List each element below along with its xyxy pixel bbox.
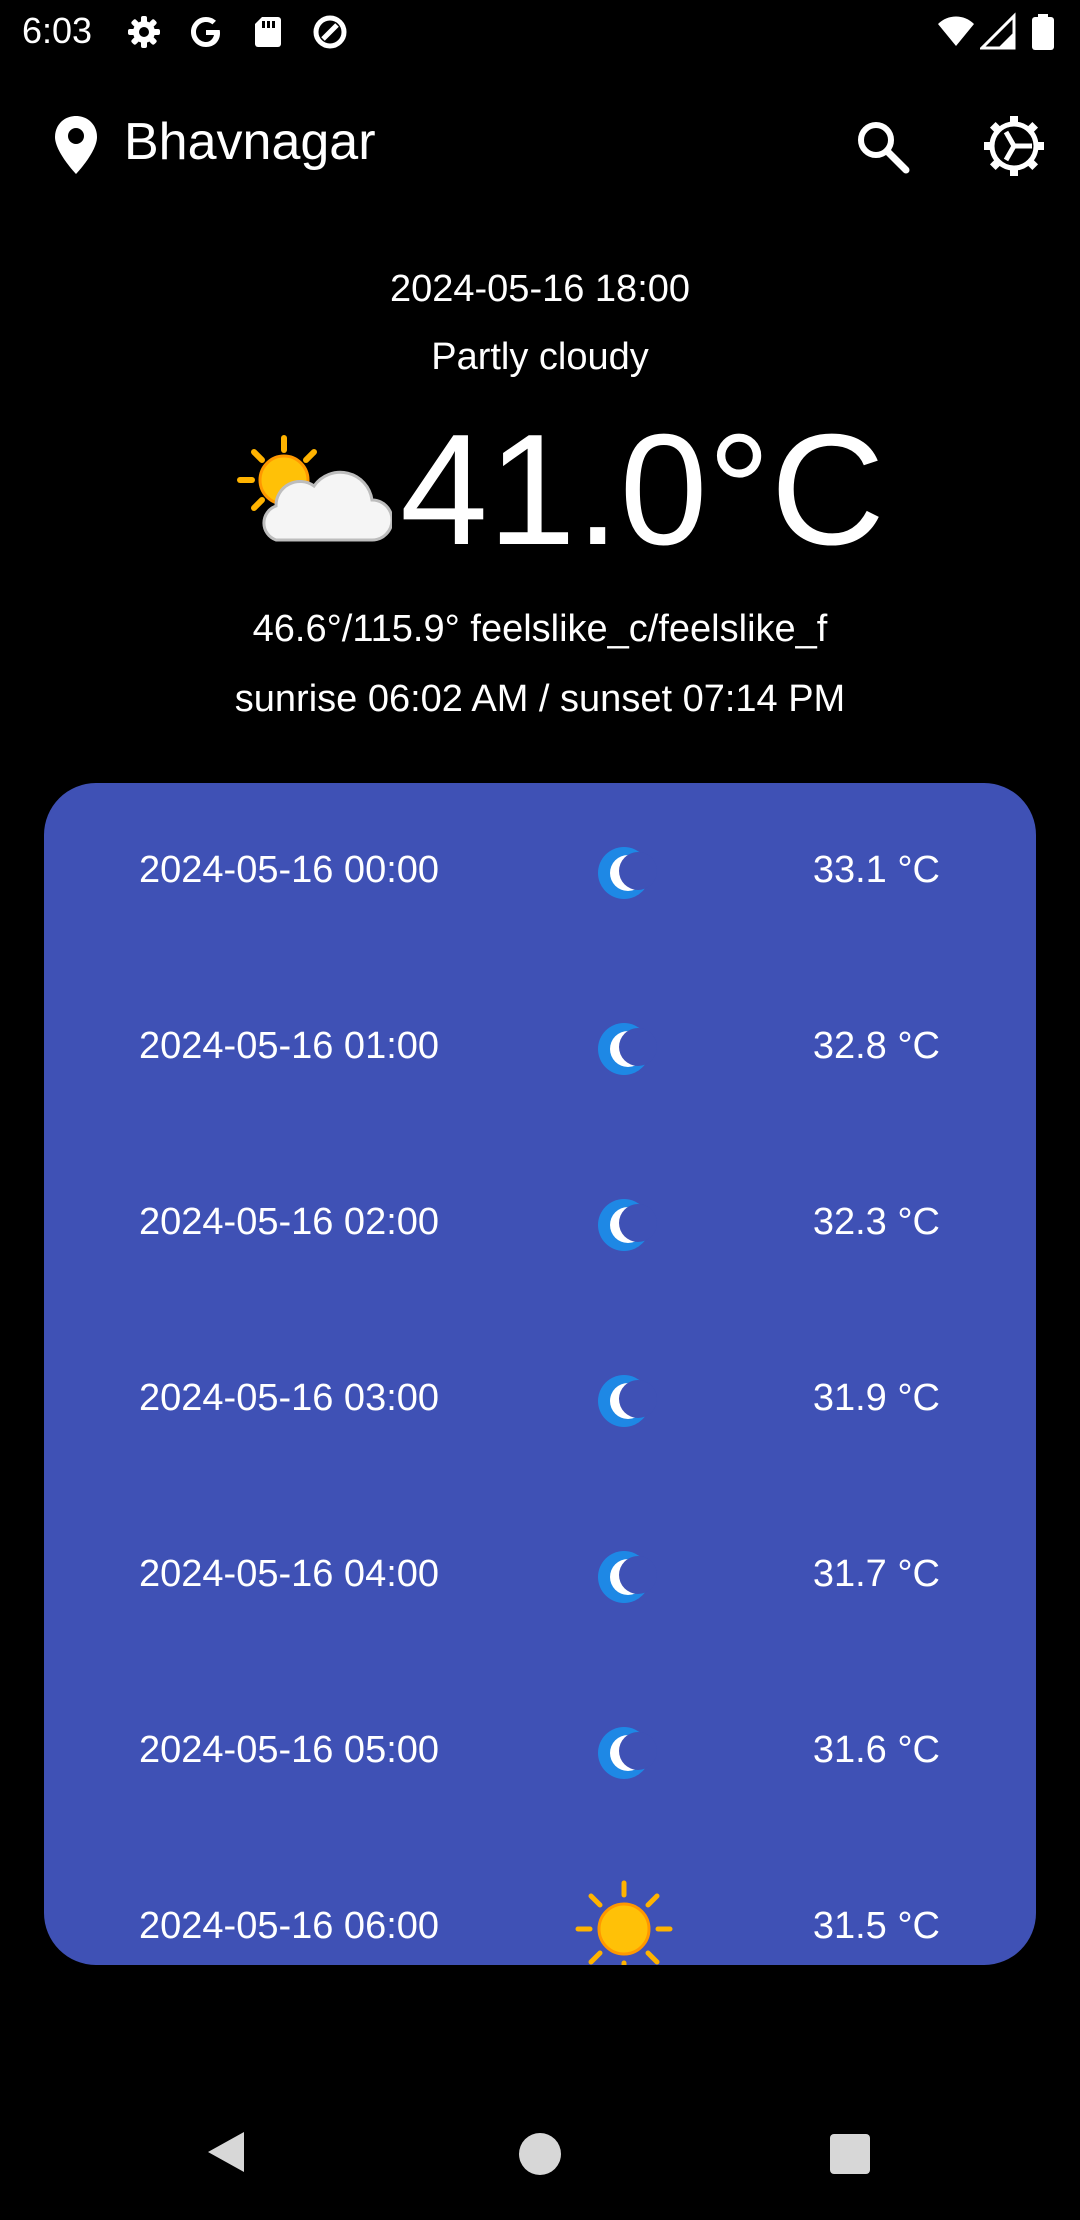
city-name[interactable]: Bhavnagar	[124, 112, 376, 172]
battery-icon	[1028, 12, 1058, 52]
forecast-row[interactable]: 2024-05-16 00:00 33.1 °C	[44, 783, 1036, 959]
moon-icon	[574, 823, 674, 923]
location-pin-icon	[52, 114, 100, 176]
recents-square-icon[interactable]	[830, 2134, 870, 2174]
weather-screen: 6:03 Bhavnagar 2024-05-16 18:00 Partly c…	[0, 0, 1080, 2220]
sun-icon	[574, 1879, 674, 1965]
forecast-row[interactable]: 2024-05-16 06:00 31.5 °C	[44, 1839, 1036, 1965]
partly-cloudy-icon	[232, 432, 394, 552]
top-app-bar: Bhavnagar	[0, 100, 1080, 190]
sd-card-icon	[248, 12, 288, 52]
home-circle-icon[interactable]	[519, 2133, 561, 2175]
status-time: 6:03	[22, 10, 93, 51]
status-bar: 6:03	[0, 0, 1080, 66]
search-icon	[858, 122, 910, 174]
back-triangle-icon[interactable]	[204, 2128, 248, 2176]
sunrise-sunset-text: sunrise 06:02 AM / sunset 07:14 PM	[234, 678, 846, 720]
cellular-signal-icon	[980, 12, 1020, 52]
system-nav-bar	[0, 2100, 1080, 2220]
current-condition: Partly cloudy	[431, 336, 649, 378]
forecast-temp: 32.8 °C	[812, 1025, 940, 1067]
forecast-temp: 31.5 °C	[812, 1905, 940, 1947]
forecast-row[interactable]: 2024-05-16 02:00 32.3 °C	[44, 1135, 1036, 1311]
moon-icon	[574, 1527, 674, 1627]
forecast-row[interactable]: 2024-05-16 01:00 32.8 °C	[44, 959, 1036, 1135]
forecast-time: 2024-05-16 04:00	[139, 1553, 440, 1595]
forecast-row[interactable]: 2024-05-16 04:00 31.7 °C	[44, 1487, 1036, 1663]
forecast-temp: 31.7 °C	[812, 1553, 940, 1595]
forecast-time: 2024-05-16 05:00	[139, 1729, 440, 1771]
wifi-icon	[936, 12, 976, 52]
current-temperature: 41.0°C	[400, 402, 885, 578]
forecast-time: 2024-05-16 02:00	[139, 1201, 440, 1243]
forecast-time: 2024-05-16 01:00	[139, 1025, 440, 1067]
moon-icon	[574, 1175, 674, 1275]
google-g-icon	[186, 12, 226, 52]
search-button[interactable]	[850, 114, 914, 178]
forecast-row[interactable]: 2024-05-16 05:00 31.6 °C	[44, 1663, 1036, 1839]
moon-icon	[574, 1351, 674, 1451]
hourly-forecast-list[interactable]: 2024-05-16 00:00 33.1 °C 2024-05-16 01:0…	[44, 783, 1036, 1965]
data-saver-icon	[310, 12, 350, 52]
current-temperature-row: 41.0°C	[0, 410, 1080, 570]
current-datetime: 2024-05-16 18:00	[389, 268, 691, 310]
forecast-temp: 31.9 °C	[812, 1377, 940, 1419]
forecast-temp: 31.6 °C	[812, 1729, 940, 1771]
forecast-time: 2024-05-16 03:00	[139, 1377, 440, 1419]
moon-icon	[574, 999, 674, 1099]
forecast-row[interactable]: 2024-05-16 03:00 31.9 °C	[44, 1311, 1036, 1487]
forecast-temp: 33.1 °C	[812, 849, 940, 891]
settings-cog-icon	[984, 116, 1044, 176]
forecast-time: 2024-05-16 06:00	[139, 1905, 440, 1947]
moon-icon	[574, 1703, 674, 1803]
settings-button[interactable]	[980, 112, 1048, 180]
forecast-time: 2024-05-16 00:00	[139, 849, 440, 891]
forecast-temp: 32.3 °C	[812, 1201, 940, 1243]
feels-like-text: 46.6°/115.9° feelslike_c/feelslike_f	[252, 608, 828, 650]
settings-gear-icon	[124, 12, 164, 52]
